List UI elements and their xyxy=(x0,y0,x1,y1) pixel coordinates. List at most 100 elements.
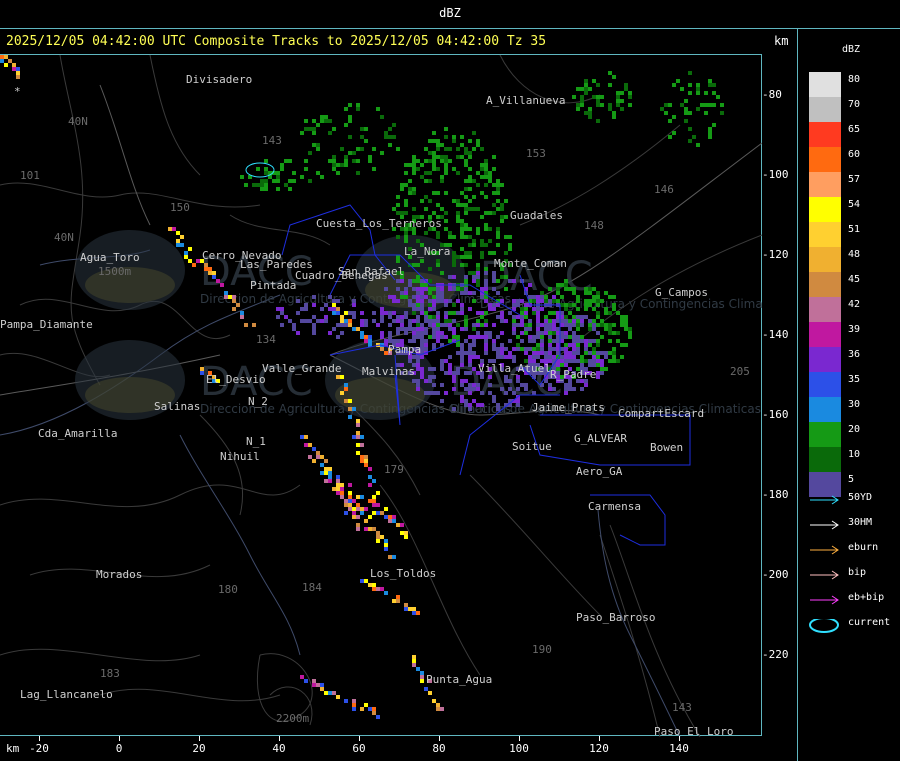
echo-pixel xyxy=(324,119,328,123)
echo-pixel xyxy=(572,355,576,359)
echo-pixel xyxy=(496,355,500,359)
echo-pixel xyxy=(412,327,416,331)
echo-pixel xyxy=(548,335,552,339)
echo-pixel xyxy=(592,347,596,351)
contour-line xyxy=(0,484,301,508)
echo-pixel xyxy=(616,311,620,315)
echo-pixel xyxy=(664,103,668,107)
echo-pixel xyxy=(476,383,480,387)
echo-pixel xyxy=(440,291,444,295)
echo-pixel xyxy=(472,291,476,295)
echo-pixel xyxy=(464,187,468,191)
echo-pixel xyxy=(324,315,328,319)
echo-pixel xyxy=(484,175,488,179)
echo-pixel xyxy=(372,587,376,591)
legend-level-label: 60 xyxy=(848,149,861,160)
echo-pixel xyxy=(340,483,344,487)
echo-pixel xyxy=(380,535,384,539)
echo-pixel xyxy=(528,347,532,351)
echo-pixel xyxy=(584,359,588,363)
echo-pixel xyxy=(532,355,536,359)
echo-pixel xyxy=(488,391,492,395)
echo-pixel xyxy=(532,311,536,315)
echo-pixel xyxy=(512,279,516,283)
echo-pixel xyxy=(344,123,348,127)
echo-pixel xyxy=(436,203,440,207)
echo-pixel xyxy=(468,271,472,275)
echo-pixel xyxy=(452,387,456,391)
echo-pixel xyxy=(668,135,672,139)
echo-pixel xyxy=(516,299,520,303)
echo-pixel xyxy=(412,171,416,175)
echo-pixel xyxy=(416,299,420,303)
echo-pixel xyxy=(472,299,476,303)
echo-pixel xyxy=(336,323,340,327)
echo-pixel xyxy=(336,307,340,311)
echo-pixel xyxy=(420,291,424,295)
radar-map[interactable]: DACCDireccion de Agricultura y Contingen… xyxy=(0,54,762,737)
echo-pixel xyxy=(428,367,432,371)
echo-pixel xyxy=(12,67,16,71)
echo-pixel xyxy=(676,79,680,83)
echo-pixel xyxy=(460,359,464,363)
echo-pixel xyxy=(320,687,324,691)
echo-pixel xyxy=(564,351,568,355)
echo-pixel xyxy=(412,263,416,267)
echo-pixel xyxy=(472,335,476,339)
echo-pixel xyxy=(564,347,568,351)
echo-pixel xyxy=(436,231,440,235)
echo-pixel xyxy=(476,275,480,279)
echo-pixel xyxy=(564,279,568,283)
echo-pixel xyxy=(252,323,256,327)
y-tick-label: -140 xyxy=(762,328,789,341)
echo-pixel xyxy=(428,323,432,327)
echo-pixel xyxy=(296,299,300,303)
echo-pixel xyxy=(300,175,304,179)
echo-pixel xyxy=(464,275,468,279)
echo-pixel xyxy=(344,399,348,403)
elevation-label: 148 xyxy=(584,219,604,232)
echo-pixel xyxy=(388,127,392,131)
echo-pixel xyxy=(512,323,516,327)
echo-pixel xyxy=(320,455,324,459)
echo-pixel xyxy=(596,375,600,379)
echo-pixel xyxy=(404,231,408,235)
echo-pixel xyxy=(412,167,416,171)
echo-pixel xyxy=(452,375,456,379)
echo-pixel xyxy=(436,143,440,147)
echo-pixel xyxy=(352,499,356,503)
echo-pixel xyxy=(552,323,556,327)
echo-pixel xyxy=(304,319,308,323)
echo-pixel xyxy=(476,227,480,231)
x-tick-label: 40 xyxy=(272,742,286,755)
echo-pixel xyxy=(560,295,564,299)
echo-pixel xyxy=(240,315,244,319)
echo-pixel xyxy=(688,83,692,87)
echo-pixel xyxy=(388,323,392,327)
echo-pixel xyxy=(412,163,416,167)
echo-pixel xyxy=(548,311,552,315)
echo-pixel xyxy=(200,371,204,375)
echo-pixel xyxy=(564,307,568,311)
echo-pixel xyxy=(332,299,336,303)
place-label: Agua_Toro xyxy=(80,251,140,264)
echo-pixel xyxy=(388,335,392,339)
echo-pixel xyxy=(564,387,568,391)
echo-pixel xyxy=(356,523,360,527)
echo-pixel xyxy=(628,91,632,95)
echo-pixel xyxy=(464,339,468,343)
echo-pixel xyxy=(472,367,476,371)
echo-pixel xyxy=(572,319,576,323)
echo-pixel xyxy=(448,367,452,371)
echo-pixel xyxy=(204,267,208,271)
echo-pixel xyxy=(356,107,360,111)
window-title: dBZ xyxy=(439,6,461,20)
echo-pixel xyxy=(456,203,460,207)
echo-pixel xyxy=(388,311,392,315)
echo-pixel xyxy=(416,303,420,307)
echo-pixel xyxy=(624,327,628,331)
echo-pixel xyxy=(380,115,384,119)
x-tick-label: 60 xyxy=(352,742,366,755)
echo-pixel xyxy=(600,335,604,339)
elevation-label: 143 xyxy=(262,134,282,147)
